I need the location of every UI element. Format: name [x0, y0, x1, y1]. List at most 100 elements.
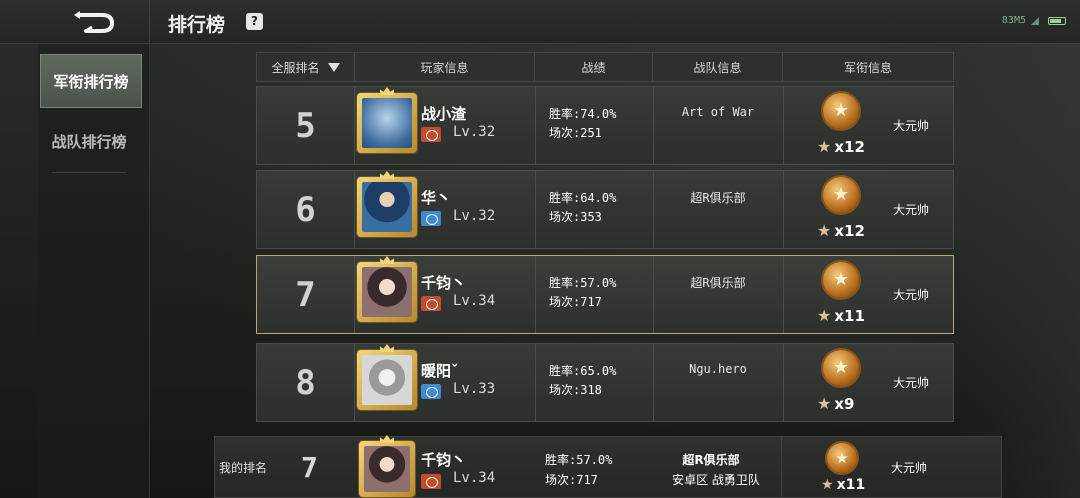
- star-count-value: x9: [834, 394, 855, 413]
- tab-team-leaderboard[interactable]: 战队排行榜: [38, 114, 140, 168]
- star-icon: ★: [817, 137, 832, 156]
- header-label: 全服排名: [271, 60, 320, 75]
- avatar[interactable]: [357, 171, 417, 237]
- divider: [783, 87, 784, 164]
- divider: [653, 87, 654, 164]
- divider: [535, 171, 536, 248]
- header-team-info: 战队信息: [653, 53, 783, 81]
- rank-number: 8: [257, 344, 355, 421]
- my-rank-bar: 我的排名 7 千钧丶 Lv.34 胜率:57.0% 场次:717 超R俱乐部 安…: [214, 435, 1002, 498]
- divider: [653, 171, 654, 248]
- table-row[interactable]: 6 华丶 Lv.32 胜率:64.0% 场次:353 超R俱乐部 ★x12 大元…: [256, 170, 954, 249]
- star-icon: ★: [821, 477, 834, 493]
- sidebar: 军衔排行榜 战队排行榜: [38, 44, 150, 498]
- avatar[interactable]: [357, 344, 417, 410]
- team-name[interactable]: 超R俱乐部: [661, 451, 761, 468]
- divider: [535, 87, 536, 164]
- table-row-highlighted[interactable]: 7 千钧丶 Lv.34 胜率:57.0% 场次:717 超R俱乐部 ★x11 大…: [256, 255, 954, 334]
- star-count-value: x11: [836, 477, 866, 493]
- win-rate: 胜率:57.0%: [549, 276, 617, 290]
- player-name: 千钧丶: [421, 274, 467, 292]
- sidebar-divider: [52, 172, 126, 173]
- games-played: 场次:251: [549, 126, 602, 140]
- player-level: Lv.34: [453, 293, 496, 309]
- star-count-value: x12: [834, 137, 865, 156]
- games-played: 场次:717: [545, 473, 598, 487]
- rank-number: 7: [257, 256, 355, 333]
- divider: [653, 344, 654, 421]
- rank-medal-icon: [823, 262, 859, 298]
- star-count: ★ x12: [817, 137, 865, 156]
- signal-icon: [1031, 16, 1039, 25]
- my-rank-label: 我的排名: [219, 461, 268, 475]
- red-camp-icon: [421, 127, 441, 142]
- player-name: 华丶: [421, 189, 452, 207]
- star-count: ★ x12: [817, 221, 865, 240]
- rank-number: 6: [257, 171, 355, 248]
- header-server-rank[interactable]: 全服排名: [257, 53, 355, 81]
- rank-title: 大元帅: [893, 376, 930, 390]
- player-name: 暖阳ˇ: [421, 362, 459, 380]
- win-rate: 胜率:74.0%: [549, 107, 617, 121]
- win-rate: 胜率:64.0%: [549, 191, 617, 205]
- player-name: 战小渣: [421, 105, 467, 123]
- table-header: 全服排名 玩家信息 战绩 战队信息 军衔信息: [256, 52, 954, 82]
- divider: [535, 256, 536, 333]
- sort-down-icon: [327, 62, 340, 72]
- games-played: 场次:318: [549, 383, 602, 397]
- rank-medal-icon: [823, 93, 859, 129]
- win-rate: 胜率:57.0%: [545, 453, 613, 467]
- team-name[interactable]: Ngu.hero: [653, 362, 783, 376]
- question-icon[interactable]: ?: [246, 13, 263, 30]
- crown-icon: [380, 171, 394, 179]
- network-speed: 83M5: [1001, 15, 1026, 26]
- team-name[interactable]: Art of War: [653, 105, 783, 119]
- page-title: 排行榜: [168, 14, 226, 36]
- divider: [783, 256, 784, 333]
- player-level: Lv.34: [453, 470, 496, 486]
- win-rate: 胜率:65.0%: [549, 364, 617, 378]
- table-row[interactable]: 8 暖阳ˇ Lv.33 胜率:65.0% 场次:318 Ngu.hero ★x9…: [256, 343, 954, 422]
- red-camp-icon: [421, 474, 441, 489]
- crown-icon: [380, 87, 394, 95]
- rank-medal-icon: [823, 350, 859, 386]
- player-level: Lv.32: [453, 124, 496, 140]
- blue-camp-icon: [421, 384, 441, 399]
- games-played: 场次:717: [549, 295, 602, 309]
- crown-icon: [380, 344, 394, 352]
- divider: [781, 437, 782, 498]
- battery-icon: [1048, 16, 1066, 25]
- star-icon: ★: [817, 306, 832, 325]
- background-decoration: [950, 40, 1080, 498]
- games-played: 场次:353: [549, 210, 602, 224]
- star-icon: ★: [817, 394, 832, 413]
- rank-number: 5: [257, 87, 355, 164]
- star-count: ★ x9: [817, 394, 854, 413]
- divider: [783, 344, 784, 421]
- star-count-value: x12: [834, 221, 865, 240]
- avatar[interactable]: [357, 87, 417, 153]
- team-region: 安卓区 战勇卫队: [672, 473, 760, 487]
- crown-icon: [380, 435, 394, 443]
- red-camp-icon: [421, 296, 441, 311]
- rank-medal-icon: [827, 443, 857, 473]
- rank-title: 大元帅: [893, 203, 930, 217]
- team-name[interactable]: 超R俱乐部: [653, 189, 783, 206]
- back-button[interactable]: [38, 0, 150, 44]
- top-bar: 排行榜 ? 83M5: [0, 0, 1080, 44]
- tab-rank-leaderboard[interactable]: 军衔排行榜: [40, 54, 142, 108]
- avatar[interactable]: [359, 435, 415, 497]
- star-count: ★ x11: [817, 306, 865, 325]
- header-player-info: 玩家信息: [355, 53, 535, 81]
- back-arrow-icon: [73, 11, 114, 33]
- header-rank-info: 军衔信息: [843, 60, 892, 75]
- table-row[interactable]: 5 战小渣 Lv.32 胜率:74.0% 场次:251 Art of War ★…: [256, 86, 954, 165]
- star-icon: ★: [817, 221, 832, 240]
- my-rank-number: 7: [301, 451, 318, 484]
- avatar[interactable]: [357, 256, 417, 322]
- player-level: Lv.32: [453, 208, 496, 224]
- player-name: 千钧丶: [421, 451, 467, 469]
- player-level: Lv.33: [453, 381, 496, 397]
- star-count-value: x11: [834, 306, 865, 325]
- team-name[interactable]: 超R俱乐部: [653, 274, 783, 291]
